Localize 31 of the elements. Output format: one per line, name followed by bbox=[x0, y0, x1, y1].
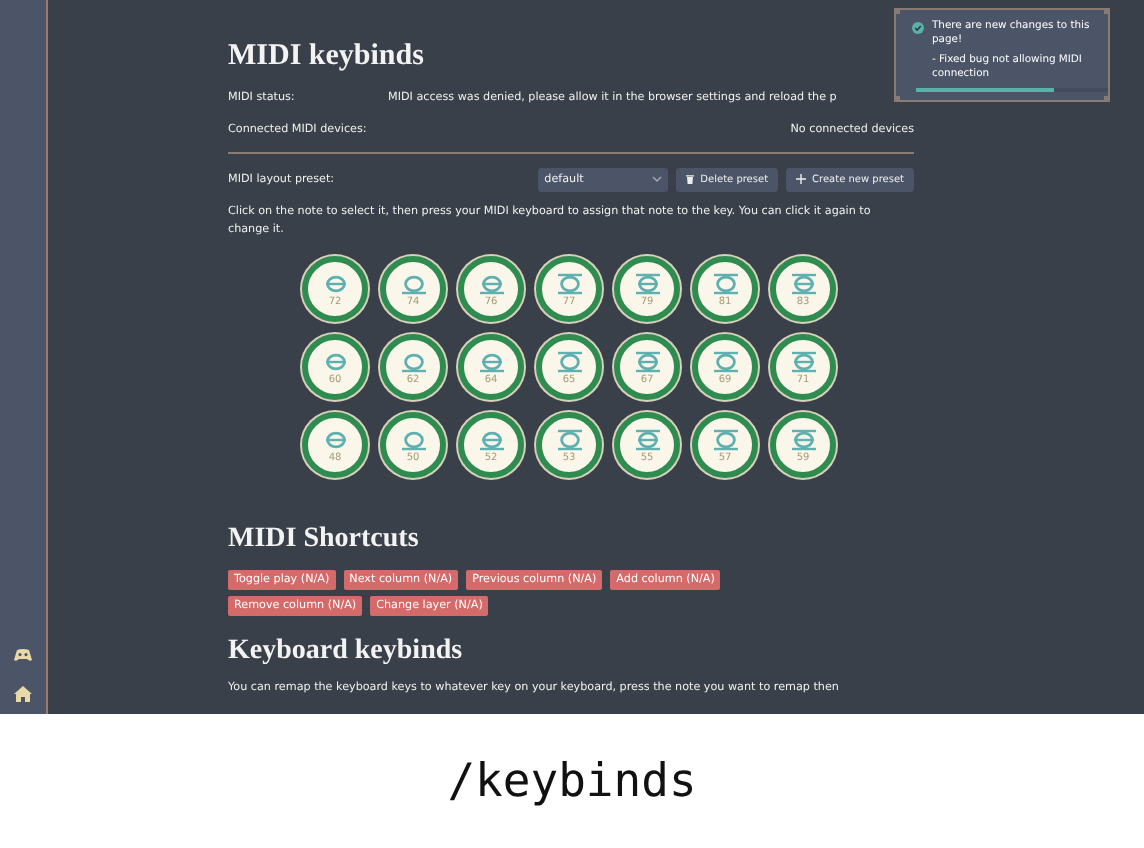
chevron-down-icon bbox=[652, 176, 663, 182]
note-symbol-icon bbox=[633, 427, 661, 451]
note-symbol-icon bbox=[321, 349, 349, 373]
note-symbol-icon bbox=[477, 271, 505, 295]
note-symbol-icon bbox=[555, 349, 583, 373]
note-symbol-icon bbox=[399, 427, 427, 451]
note-symbol-icon bbox=[711, 427, 739, 451]
note-symbol-icon bbox=[711, 271, 739, 295]
game-controller-icon[interactable] bbox=[14, 648, 32, 662]
note-symbol-icon bbox=[321, 271, 349, 295]
section-title: MIDI Shortcuts bbox=[228, 522, 421, 558]
check-circle-icon bbox=[912, 21, 924, 33]
page-caption: /keybinds bbox=[445, 753, 699, 811]
trash-icon bbox=[686, 174, 695, 184]
note-symbol-icon bbox=[555, 427, 583, 451]
note-symbol-icon bbox=[633, 271, 661, 295]
note-symbol-icon bbox=[633, 349, 661, 373]
page-title: MIDI keybinds bbox=[228, 38, 426, 74]
note-symbol-icon bbox=[789, 427, 817, 451]
note-symbol-icon bbox=[399, 271, 427, 295]
note-symbol-icon bbox=[711, 349, 739, 373]
note-symbol-icon bbox=[321, 427, 349, 451]
plus-icon bbox=[796, 174, 807, 184]
note-symbol-icon bbox=[399, 349, 427, 373]
note-symbol-icon bbox=[477, 427, 505, 451]
note-symbol-icon bbox=[555, 271, 583, 295]
note-symbol-icon bbox=[789, 349, 817, 373]
home-icon[interactable] bbox=[14, 686, 32, 702]
note-symbol-icon bbox=[789, 271, 817, 295]
note-symbol-icon bbox=[477, 349, 505, 373]
section-title: Keyboard keybinds bbox=[228, 634, 465, 670]
